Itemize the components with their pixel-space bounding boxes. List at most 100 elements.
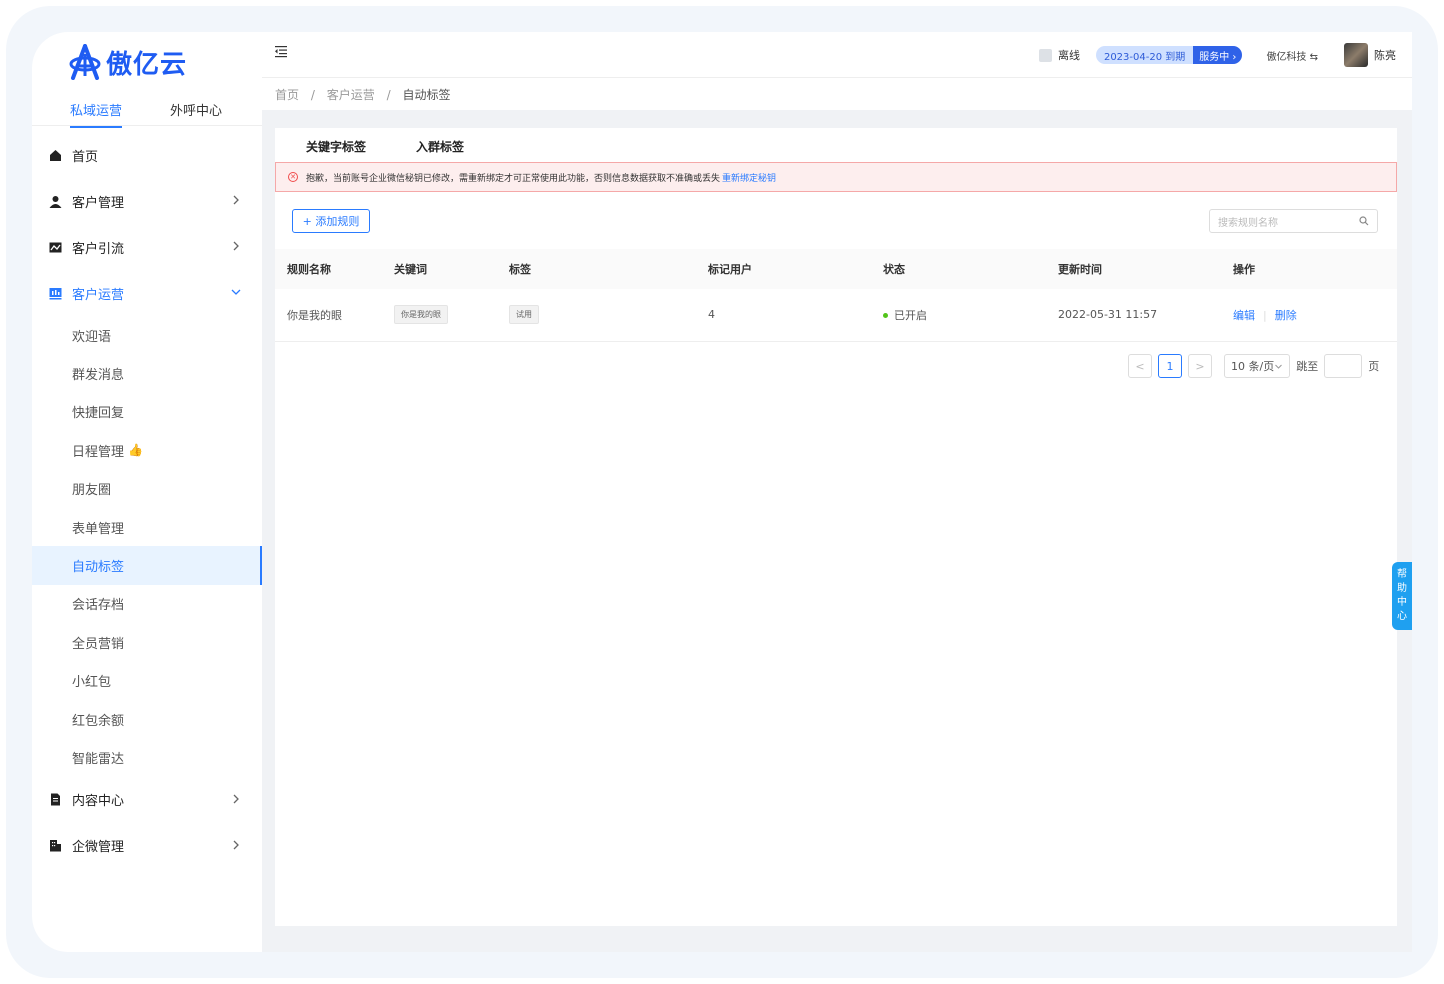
col-actions: 操作 <box>1221 249 1397 289</box>
col-status: 状态 <box>871 249 1046 289</box>
table-row: 你是我的眼 你是我的眼 试用 4 已开启 2022-05-31 11:57 编辑… <box>275 289 1397 342</box>
sidebar-item-customer-management[interactable]: 客户管理 <box>32 178 262 224</box>
breadcrumb-separator: / <box>386 88 391 102</box>
home-icon <box>48 148 62 162</box>
page-size-select[interactable]: 10 条/页 <box>1224 354 1291 378</box>
cell-update-time: 2022-05-31 11:57 <box>1046 289 1221 342</box>
alert-text: 抱歉，当前账号企业微信秘钥已修改，需重新绑定才可正常使用此功能，否则信息数据获取… <box>306 173 721 184</box>
top-header: 离线 2023-04-20 到期 服务中 › 傲亿科技 ⇆ 陈亮 <box>262 32 1412 78</box>
sidebar-item-home[interactable]: 首页 <box>32 132 262 178</box>
online-status[interactable]: 离线 <box>1038 47 1080 63</box>
sidebar: 傲亿云 私域运营 外呼中心 首页 客户管理 客户引流 客户运营 欢迎语 群发消息… <box>32 32 262 952</box>
search-icon[interactable] <box>1359 216 1369 226</box>
module-tabs: 私域运营 外呼中心 <box>32 96 262 128</box>
expire-text: 2023-04-20 到期 <box>1103 51 1186 63</box>
tab-private-domain[interactable]: 私域运营 <box>70 100 123 128</box>
status-icon <box>1038 48 1052 62</box>
delete-button[interactable]: 删除 <box>1275 309 1297 322</box>
tab-keyword-tag[interactable]: 关键字标签 <box>293 138 379 164</box>
tab-outbound-center[interactable]: 外呼中心 <box>170 100 222 119</box>
prev-page-button[interactable]: < <box>1128 354 1152 378</box>
user-name[interactable]: 陈亮 <box>1374 47 1396 63</box>
submenu-label: 日程管理 <box>72 444 125 460</box>
tab-group-join-tag[interactable]: 入群标签 <box>416 138 464 155</box>
warning-alert: ✕ 抱歉，当前账号企业微信秘钥已修改，需重新绑定才可正常使用此功能，否则信息数据… <box>275 162 1397 192</box>
breadcrumb-customer-operation[interactable]: 客户运营 <box>327 88 375 102</box>
submenu-label: 自动标签 <box>72 560 125 576</box>
submenu-label: 朋友圈 <box>72 483 112 499</box>
sidebar-item-label: 企微管理 <box>72 840 125 856</box>
expire-badge[interactable]: 2023-04-20 到期 服务中 › <box>1095 46 1243 64</box>
submenu-moments[interactable]: 朋友圈 <box>32 470 262 508</box>
user-icon <box>48 194 62 208</box>
status-dot-icon <box>883 313 888 319</box>
avatar[interactable] <box>1344 43 1368 67</box>
label-tag: 试用 <box>509 305 539 325</box>
action-divider: | <box>1263 308 1267 322</box>
submenu-small-red-packet[interactable]: 小红包 <box>32 662 262 700</box>
add-rule-button[interactable]: + 添加规则 <box>292 209 370 233</box>
page-number-button[interactable]: 1 <box>1158 354 1182 378</box>
submenu-auto-tag[interactable]: 自动标签 <box>32 546 262 585</box>
jump-page-input[interactable] <box>1324 354 1363 378</box>
sidebar-menu: 首页 客户管理 客户引流 客户运营 欢迎语 群发消息 快捷回复 日程管理 👍 朋… <box>32 132 262 869</box>
breadcrumb: 首页 / 客户运营 / 自动标签 <box>275 86 458 103</box>
submenu-mass-message[interactable]: 群发消息 <box>32 354 262 392</box>
submenu-label: 表单管理 <box>72 521 125 537</box>
building-icon <box>48 839 62 853</box>
sidebar-item-content-center[interactable]: 内容中心 <box>32 777 262 823</box>
submenu-welcome[interactable]: 欢迎语 <box>32 316 262 354</box>
submenu-chat-archive[interactable]: 会话存档 <box>32 585 262 623</box>
help-char: 心 <box>1397 611 1407 622</box>
menu-fold-icon[interactable] <box>274 44 288 58</box>
chevron-right-icon <box>233 840 239 850</box>
help-char: 中 <box>1397 597 1407 608</box>
sidebar-item-customer-operation[interactable]: 客户运营 <box>32 270 262 316</box>
submenu-forms[interactable]: 表单管理 <box>32 508 262 546</box>
help-center-button[interactable]: 帮 助 中 心 <box>1392 562 1412 630</box>
help-char: 帮 <box>1397 569 1407 580</box>
col-tag: 标签 <box>497 249 696 289</box>
submenu-quick-reply[interactable]: 快捷回复 <box>32 393 262 431</box>
company-switcher[interactable]: 傲亿科技 ⇆ <box>1266 48 1318 63</box>
status-text: 离线 <box>1057 49 1080 62</box>
breadcrumb-current: 自动标签 <box>402 88 451 102</box>
page-suffix: 页 <box>1368 360 1380 373</box>
submenu-schedule[interactable]: 日程管理 👍 <box>32 431 262 469</box>
hot-badge-icon: 👍 <box>128 443 143 458</box>
submenu-label: 会话存档 <box>72 598 125 614</box>
chevron-right-icon <box>233 241 239 251</box>
traffic-icon <box>48 240 62 254</box>
pagination: < 1 > 10 条/页 跳至 页 <box>1128 354 1379 378</box>
cell-marked-users: 4 <box>696 289 871 342</box>
submenu-red-packet-balance[interactable]: 红包余额 <box>32 700 262 738</box>
sidebar-item-label: 内容中心 <box>72 794 125 810</box>
cell-status: 已开启 <box>871 289 1046 342</box>
table-header-row: 规则名称 关键词 标签 标记用户 状态 更新时间 操作 <box>275 249 1397 289</box>
cell-keyword: 你是我的眼 <box>382 289 497 342</box>
content-card: 关键字标签 入群标签 ✕ 抱歉，当前账号企业微信秘钥已修改，需重新绑定才可正常使… <box>275 128 1397 926</box>
submenu-label: 快捷回复 <box>72 406 125 422</box>
search-input[interactable]: 搜索规则名称 <box>1209 209 1378 233</box>
cell-actions: 编辑 | 删除 <box>1221 289 1397 342</box>
rebind-secret-link[interactable]: 重新绑定秘钥 <box>722 171 776 184</box>
next-page-button[interactable]: > <box>1188 354 1212 378</box>
breadcrumb-home[interactable]: 首页 <box>275 88 299 102</box>
edit-button[interactable]: 编辑 <box>1233 309 1255 322</box>
cell-rule-name: 你是我的眼 <box>275 289 382 342</box>
header-right: 离线 2023-04-20 到期 服务中 › 傲亿科技 ⇆ 陈亮 <box>1038 32 1412 78</box>
brand-logo[interactable]: 傲亿云 <box>68 42 187 82</box>
operation-icon <box>48 286 62 300</box>
brand-logo-icon <box>69 44 101 80</box>
close-circle-icon: ✕ <box>288 172 298 182</box>
col-marked-users: 标记用户 <box>696 249 871 289</box>
sidebar-item-wecom-management[interactable]: 企微管理 <box>32 823 262 869</box>
sidebar-item-label: 客户引流 <box>72 241 125 257</box>
sidebar-item-customer-traffic[interactable]: 客户引流 <box>32 224 262 270</box>
chevron-right-icon <box>233 794 239 804</box>
submenu-smart-radar[interactable]: 智能雷达 <box>32 738 262 776</box>
submenu-label: 全员营销 <box>72 636 125 652</box>
submenu-all-staff-marketing[interactable]: 全员营销 <box>32 623 262 661</box>
chevron-down-icon <box>231 289 241 295</box>
service-status-button[interactable]: 服务中 › <box>1193 46 1243 64</box>
